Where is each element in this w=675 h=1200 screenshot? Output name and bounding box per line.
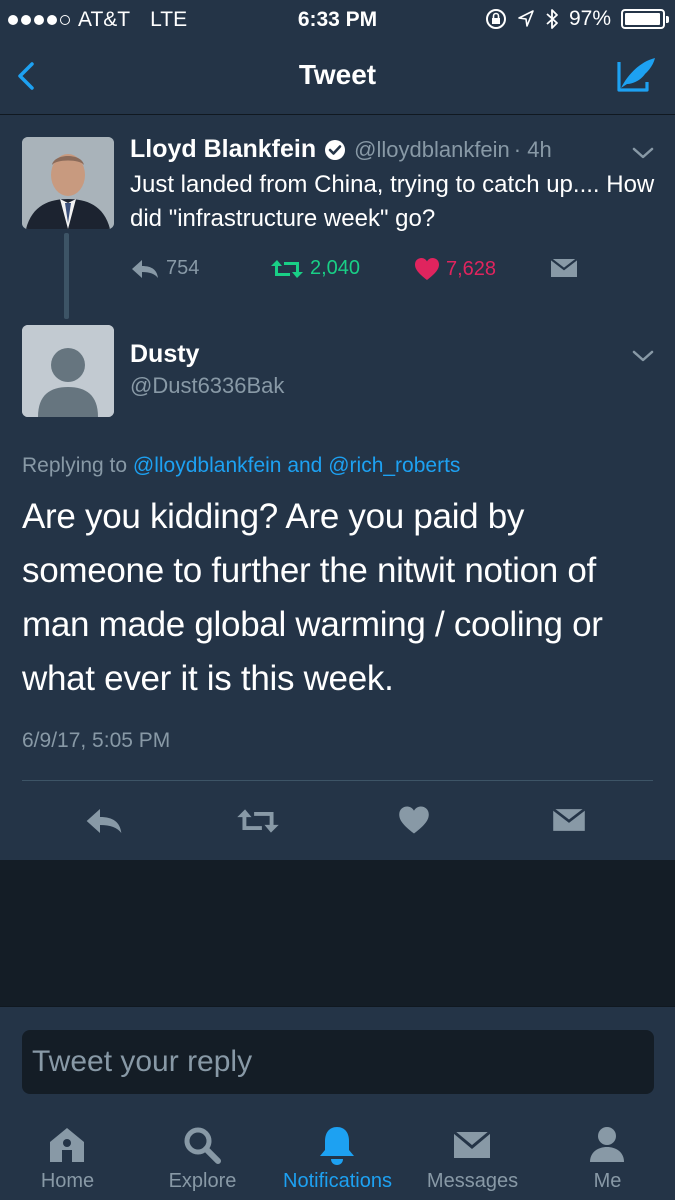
person-icon xyxy=(590,1127,624,1162)
verified-badge-icon xyxy=(325,139,346,160)
compose-tweet-button[interactable] xyxy=(613,52,659,98)
heart-icon xyxy=(415,258,439,280)
rotation-lock-icon xyxy=(485,9,506,29)
thread-connector-line xyxy=(64,233,69,319)
tab-label-messages: Messages xyxy=(426,1170,519,1192)
retweet-icon xyxy=(271,259,303,278)
chevron-down-icon[interactable] xyxy=(631,348,655,364)
author-name[interactable]: Lloyd Blankfein xyxy=(130,135,316,164)
avatar-dusty[interactable] xyxy=(22,325,114,417)
battery-icon xyxy=(621,9,669,29)
direct-message-button[interactable] xyxy=(552,805,588,837)
reply-input[interactable] xyxy=(22,1030,654,1094)
tab-messages[interactable]: Messages xyxy=(405,1110,540,1200)
retweet-action[interactable]: 2,040 xyxy=(270,257,360,280)
compose-tweet-icon xyxy=(617,58,655,92)
reply-composer xyxy=(0,1006,675,1110)
replying-prefix: Replying to xyxy=(22,454,128,477)
status-bar: AT&T LTE 6:33 PM 97% xyxy=(0,0,675,40)
tab-label-me: Me xyxy=(593,1170,622,1192)
envelope-icon xyxy=(552,808,586,831)
tab-label-home: Home xyxy=(40,1170,95,1192)
battery-percent: 97% xyxy=(568,7,611,30)
page-title: Tweet xyxy=(298,59,377,90)
direct-message-action[interactable] xyxy=(550,257,578,279)
tweet-time-ago: · 4h xyxy=(513,136,552,162)
avatar-lloyd-blankfein[interactable] xyxy=(22,137,114,229)
reply-author-handle[interactable]: @Dust6336Bak xyxy=(130,373,284,399)
divider xyxy=(22,780,653,781)
bell-icon xyxy=(320,1127,354,1165)
tweet-timestamp: 6/9/17, 5:05 PM xyxy=(22,729,171,752)
location-icon xyxy=(518,10,534,27)
chevron-down-icon[interactable] xyxy=(631,145,655,161)
mention-link-rich-roberts[interactable]: @rich_roberts xyxy=(328,454,460,477)
tab-notifications[interactable]: Notifications xyxy=(270,1110,405,1200)
like-button[interactable] xyxy=(398,805,432,837)
profile-photo-icon xyxy=(22,137,114,229)
tab-me[interactable]: Me xyxy=(540,1110,675,1200)
original-tweet-actions: 754 2,040 7,628 xyxy=(130,257,590,287)
original-tweet-text: Just landed from China, trying to catch … xyxy=(130,171,655,232)
reply-action[interactable]: 754 xyxy=(130,257,199,280)
tweet-detail: Lloyd Blankfein @lloydblankfein · 4h Jus… xyxy=(0,115,675,860)
reply-count: 754 xyxy=(166,257,200,279)
mention-link-lloydblankfein[interactable]: @lloydblankfein xyxy=(133,454,282,477)
battery-fill xyxy=(625,13,660,25)
envelope-icon xyxy=(453,1130,491,1158)
retweet-icon xyxy=(237,809,279,833)
like-count: 7,628 xyxy=(446,257,497,280)
reply-tweet-actions xyxy=(0,795,675,845)
heart-icon xyxy=(399,806,429,834)
default-avatar-icon xyxy=(22,325,114,417)
navigation-bar: Tweet xyxy=(0,40,675,115)
status-right: 97% xyxy=(485,7,669,31)
reply-author-name[interactable]: Dusty xyxy=(130,340,199,369)
bluetooth-icon xyxy=(546,9,558,29)
replying-to-line: Replying to @lloydblankfein and @rich_ro… xyxy=(22,454,460,478)
replying-and[interactable]: and xyxy=(287,454,322,477)
tab-bar: Home Explore Notifications Messages Me xyxy=(0,1110,675,1200)
reply-icon xyxy=(132,259,158,278)
reply-tweet-text: Are you kidding? Are you paid by someone… xyxy=(22,497,603,698)
tab-label-notifications: Notifications xyxy=(283,1170,392,1192)
tab-explore[interactable]: Explore xyxy=(135,1110,270,1200)
like-action[interactable]: 7,628 xyxy=(414,257,496,281)
retweet-button[interactable] xyxy=(236,805,280,837)
tab-home[interactable]: Home xyxy=(0,1110,135,1200)
home-icon xyxy=(50,1128,84,1162)
envelope-icon xyxy=(550,258,578,277)
author-handle[interactable]: @lloydblankfein xyxy=(354,137,510,163)
reply-icon xyxy=(86,809,122,833)
search-icon xyxy=(184,1127,221,1164)
tab-label-explore: Explore xyxy=(168,1170,237,1192)
tweet-author-row: Lloyd Blankfein @lloydblankfein · 4h xyxy=(130,135,552,164)
reply-button[interactable] xyxy=(84,805,124,837)
retweet-count: 2,040 xyxy=(310,257,361,279)
